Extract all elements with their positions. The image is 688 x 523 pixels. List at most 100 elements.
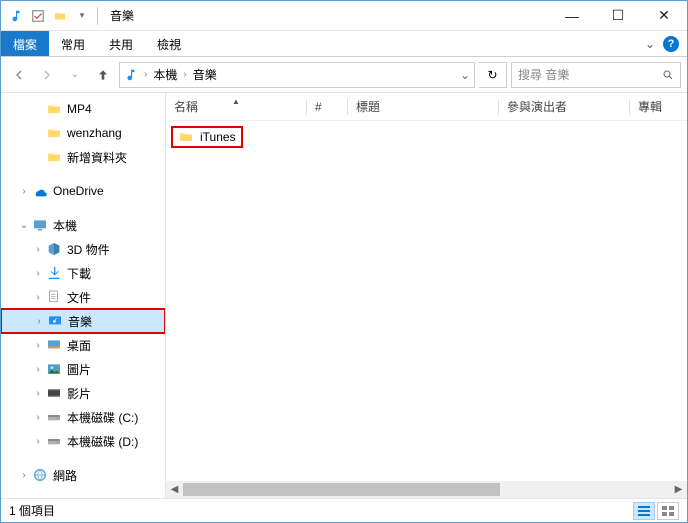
- sidebar-item-3D 物件[interactable]: ›3D 物件: [1, 237, 165, 261]
- music-icon: [7, 7, 25, 25]
- search-placeholder: 搜尋 音樂: [518, 66, 656, 83]
- twisty-icon[interactable]: ›: [31, 268, 45, 279]
- file-list[interactable]: iTunes: [166, 121, 687, 481]
- twisty-icon[interactable]: ›: [17, 470, 31, 481]
- twisty-icon[interactable]: ›: [31, 436, 45, 447]
- window-controls: — ☐ ✕: [549, 1, 687, 31]
- twisty-icon[interactable]: ›: [32, 316, 46, 327]
- tab-home[interactable]: 常用: [49, 31, 97, 56]
- network-icon: [31, 466, 49, 484]
- sidebar-item-新增資料夾[interactable]: 新增資料夾: [1, 145, 165, 169]
- address-dropdown-icon[interactable]: ⌄: [460, 68, 470, 82]
- up-button[interactable]: [91, 63, 115, 87]
- tab-file[interactable]: 檔案: [1, 31, 49, 56]
- scroll-track[interactable]: [183, 481, 670, 498]
- column-headers: ▲ 名稱 # 標題 參與演出者 專輯: [166, 93, 687, 121]
- address-bar: ⌄ › 本機 › 音樂 ⌄ ↻ 搜尋 音樂: [1, 57, 687, 93]
- downloads-icon: [45, 264, 63, 282]
- help-icon[interactable]: ?: [663, 36, 679, 52]
- file-list-pane: ▲ 名稱 # 標題 參與演出者 專輯 iTunes ◀ ▶: [166, 93, 687, 498]
- recent-dropdown[interactable]: ⌄: [63, 63, 87, 87]
- sidebar-item-下載[interactable]: › 下載: [1, 261, 165, 285]
- horizontal-scrollbar[interactable]: ◀ ▶: [166, 481, 687, 498]
- main-content: MP4wenzhang新增資料夾›OneDrive⌄本機›3D 物件›下載›文件…: [1, 93, 687, 498]
- navigation-pane[interactable]: MP4wenzhang新增資料夾›OneDrive⌄本機›3D 物件›下載›文件…: [1, 93, 166, 498]
- folder-icon[interactable]: [51, 7, 69, 25]
- sidebar-item-label: 下載: [67, 265, 91, 282]
- qat-dropdown-icon[interactable]: ▾: [73, 7, 91, 25]
- breadcrumb[interactable]: › 本機 › 音樂 ⌄: [119, 62, 475, 88]
- music-icon: [124, 68, 138, 82]
- sidebar-item-label: wenzhang: [67, 126, 122, 140]
- twisty-icon[interactable]: ›: [31, 292, 45, 303]
- pc-icon: [31, 216, 49, 234]
- music-icon: [46, 312, 64, 330]
- sidebar-item-OneDrive[interactable]: › OneDrive: [1, 179, 165, 203]
- checkbox-icon[interactable]: [29, 7, 47, 25]
- twisty-icon[interactable]: ⌄: [17, 220, 31, 231]
- item-count: 1 個項目: [9, 502, 55, 519]
- chevron-right-icon[interactable]: ›: [183, 69, 186, 80]
- view-large-button[interactable]: [657, 502, 679, 520]
- ribbon-expand-icon[interactable]: ⌄: [645, 37, 655, 51]
- desktop-icon: [45, 336, 63, 354]
- pictures-icon: [45, 360, 63, 378]
- sidebar-item-label: 本機磁碟 (C:): [67, 409, 138, 426]
- sidebar-item-網路[interactable]: ›網路: [1, 463, 165, 487]
- onedrive-icon: [31, 182, 49, 200]
- col-name-label: 名稱: [174, 98, 198, 115]
- list-item[interactable]: iTunes: [172, 127, 242, 147]
- sidebar-item-桌面[interactable]: ›桌面: [1, 333, 165, 357]
- sidebar-item-MP4[interactable]: MP4: [1, 97, 165, 121]
- sidebar-item-文件[interactable]: › 文件: [1, 285, 165, 309]
- twisty-icon[interactable]: ›: [31, 388, 45, 399]
- forward-button[interactable]: [35, 63, 59, 87]
- scroll-left-button[interactable]: ◀: [166, 481, 183, 498]
- col-name[interactable]: ▲ 名稱: [166, 98, 306, 115]
- window-title: 音樂: [110, 7, 134, 24]
- sidebar-item-label: 本機磁碟 (D:): [67, 433, 138, 450]
- sidebar-item-label: OneDrive: [53, 184, 104, 198]
- col-title[interactable]: 標題: [348, 98, 498, 115]
- sort-asc-icon: ▲: [232, 97, 240, 106]
- folder-icon: [45, 124, 63, 142]
- chevron-right-icon[interactable]: ›: [144, 69, 147, 80]
- search-icon[interactable]: [662, 69, 674, 81]
- crumb-pc[interactable]: 本機: [153, 66, 177, 83]
- sidebar-item-影片[interactable]: ›影片: [1, 381, 165, 405]
- refresh-button[interactable]: ↻: [479, 62, 507, 88]
- minimize-button[interactable]: —: [549, 1, 595, 31]
- maximize-button[interactable]: ☐: [595, 1, 641, 31]
- col-album[interactable]: 專輯: [630, 98, 687, 115]
- sidebar-item-圖片[interactable]: › 圖片: [1, 357, 165, 381]
- documents-icon: [45, 288, 63, 306]
- twisty-icon[interactable]: ›: [17, 186, 31, 197]
- sidebar-item-label: 圖片: [67, 361, 91, 378]
- sidebar-item-本機[interactable]: ⌄ 本機: [1, 213, 165, 237]
- tab-share[interactable]: 共用: [97, 31, 145, 56]
- view-details-button[interactable]: [633, 502, 655, 520]
- back-button[interactable]: [7, 63, 31, 87]
- scroll-thumb[interactable]: [183, 483, 500, 496]
- sidebar-item-label: 音樂: [68, 313, 92, 330]
- twisty-icon[interactable]: ›: [31, 364, 45, 375]
- sidebar-item-label: 本機: [53, 217, 77, 234]
- col-artist[interactable]: 參與演出者: [499, 98, 629, 115]
- sidebar-item-label: 文件: [67, 289, 91, 306]
- twisty-icon[interactable]: ›: [31, 412, 45, 423]
- sidebar-item-音樂[interactable]: › 音樂: [1, 309, 165, 333]
- close-button[interactable]: ✕: [641, 1, 687, 31]
- twisty-icon[interactable]: ›: [31, 244, 45, 255]
- sidebar-item-本機磁碟 (D:)[interactable]: › 本機磁碟 (D:): [1, 429, 165, 453]
- titlebar: ▾ 音樂 — ☐ ✕: [1, 1, 687, 31]
- search-input[interactable]: 搜尋 音樂: [511, 62, 681, 88]
- crumb-music[interactable]: 音樂: [193, 66, 217, 83]
- sidebar-item-label: 新增資料夾: [67, 149, 127, 166]
- status-bar: 1 個項目: [1, 498, 687, 522]
- tab-view[interactable]: 檢視: [145, 31, 193, 56]
- sidebar-item-wenzhang[interactable]: wenzhang: [1, 121, 165, 145]
- twisty-icon[interactable]: ›: [31, 340, 45, 351]
- sidebar-item-本機磁碟 (C:)[interactable]: › 本機磁碟 (C:): [1, 405, 165, 429]
- col-number[interactable]: #: [307, 100, 347, 114]
- scroll-right-button[interactable]: ▶: [670, 481, 687, 498]
